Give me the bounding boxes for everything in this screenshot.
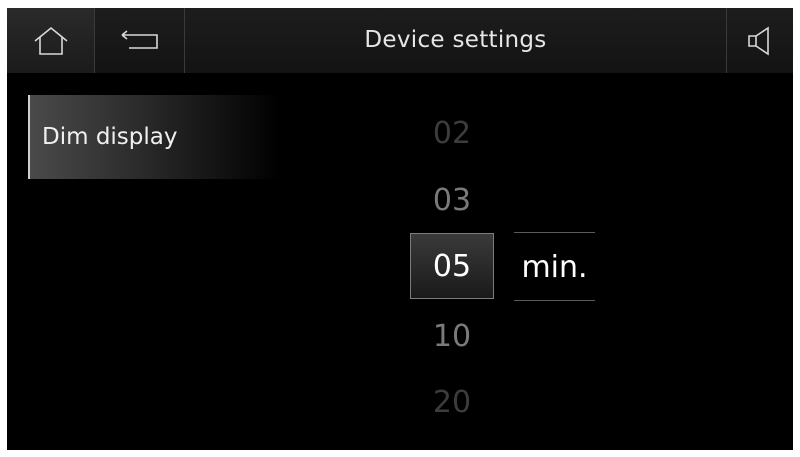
back-button[interactable] — [96, 8, 185, 73]
header-bar: Device settings — [7, 8, 793, 73]
home-icon — [33, 26, 68, 55]
speaker-icon — [748, 26, 769, 55]
device-screen: Device settings Dim display 02 03 05 10 … — [7, 8, 793, 450]
unit-label: min. — [514, 232, 595, 301]
picker-selected-value[interactable]: 05 — [410, 233, 494, 299]
page-title: Device settings — [364, 27, 547, 53]
sound-button[interactable] — [726, 8, 793, 73]
picker-option-02[interactable]: 02 — [410, 101, 494, 167]
picker-option-20[interactable]: 20 — [410, 370, 494, 436]
sidebar-item-dim-display[interactable]: Dim display — [28, 95, 280, 179]
picker-option-03[interactable]: 03 — [410, 168, 494, 234]
sidebar-item-label: Dim display — [42, 124, 178, 150]
back-arrow-icon — [121, 29, 158, 49]
home-button[interactable] — [7, 8, 95, 73]
picker-option-10[interactable]: 10 — [410, 304, 494, 370]
